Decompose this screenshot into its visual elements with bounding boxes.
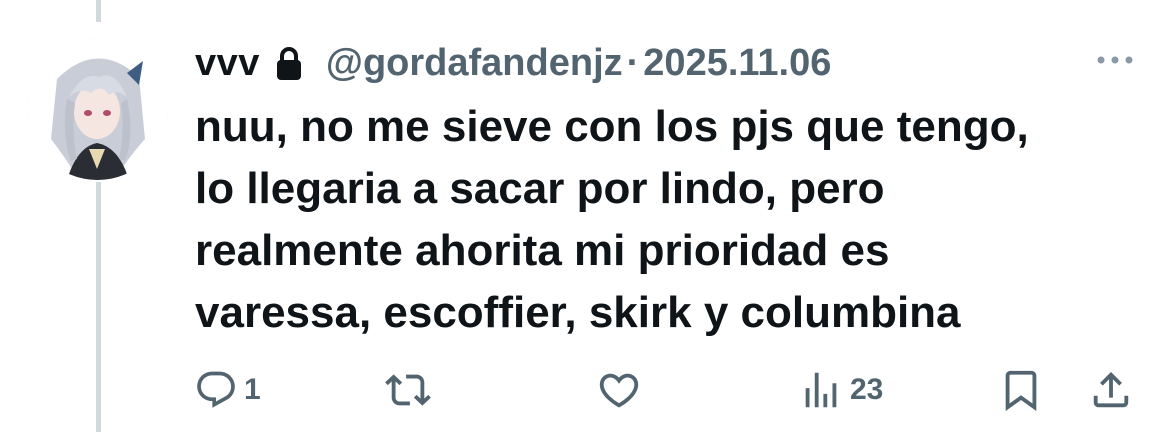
avatar[interactable]	[27, 39, 168, 180]
views-icon	[798, 367, 844, 413]
user-handle[interactable]: @gordafandenjz	[326, 38, 623, 88]
tweet-actions: 1 23	[0, 360, 1170, 420]
retweet-icon	[385, 367, 431, 413]
share-button[interactable]	[1088, 360, 1134, 420]
separator-dot: ·	[626, 42, 640, 84]
bookmark-icon	[998, 367, 1044, 413]
lock-icon	[274, 45, 304, 81]
heart-icon	[596, 367, 642, 413]
tweet-text-line: lo llegaria a sacar por lindo, pero	[195, 164, 885, 213]
share-icon	[1088, 367, 1134, 413]
reply-button[interactable]: 1	[194, 360, 261, 420]
reply-icon	[194, 368, 238, 412]
more-horizontal-icon[interactable]	[1093, 50, 1137, 70]
thread-connector-top	[96, 0, 101, 22]
retweet-button[interactable]	[385, 360, 437, 420]
tweet-text-line: varessa, escoffier, skirk y columbina	[195, 288, 961, 337]
like-button[interactable]	[596, 360, 648, 420]
views-button[interactable]: 23	[798, 360, 883, 420]
views-count: 23	[850, 373, 884, 406]
tweet-date[interactable]: 2025.11.06	[643, 38, 831, 88]
display-name[interactable]: vvv	[195, 38, 260, 88]
reply-count: 1	[244, 373, 261, 406]
bookmark-button[interactable]	[998, 360, 1044, 420]
tweet-text-line: nuu, no me sieve con los pjs que tengo,	[195, 102, 1029, 151]
tweet-text: nuu, no me sieve con los pjs que tengo, …	[195, 96, 1125, 344]
avatar-image	[27, 39, 168, 180]
tweet-text-line: realmente ahorita mi prioridad es	[195, 226, 890, 275]
tweet-header: vvv @gordafandenjz · 2025.11.06	[195, 38, 831, 88]
